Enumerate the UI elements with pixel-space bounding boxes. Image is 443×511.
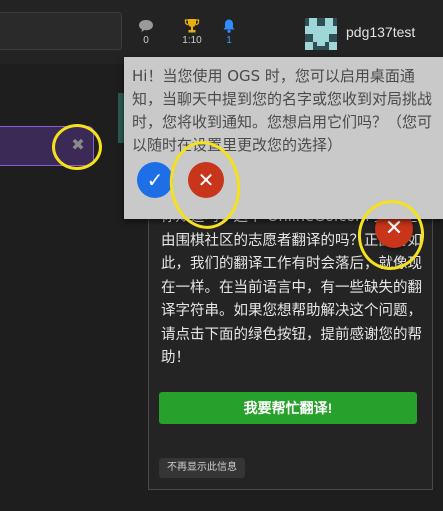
annotation-circle xyxy=(52,124,102,170)
top-navigation-bar: 0 1:10 1 pdg137test xyxy=(0,0,443,64)
identicon-icon xyxy=(305,18,337,50)
notification-count: 1 xyxy=(226,35,232,46)
trophy-icon xyxy=(184,19,200,33)
chat-indicator[interactable]: 0 xyxy=(128,18,164,47)
do-not-show-again-button[interactable]: 不再显示此信息 xyxy=(159,458,245,478)
tournament-indicator[interactable]: 1:10 xyxy=(174,18,210,47)
bell-icon xyxy=(223,19,235,33)
tournament-time: 1:10 xyxy=(182,35,202,46)
notification-prompt-text: Hi！当您使用 OGS 时，您可以启用桌面通知，当聊天中提到您的名字或您收到对局… xyxy=(132,67,433,154)
help-translate-button[interactable]: 我要帮忙翻译! xyxy=(159,392,417,424)
chat-icon xyxy=(139,20,153,32)
chat-count: 0 xyxy=(143,35,149,46)
avatar[interactable] xyxy=(305,18,337,50)
username[interactable]: pdg137test xyxy=(346,24,415,40)
notifications-indicator[interactable]: 1 xyxy=(211,18,247,47)
enable-notifications-button[interactable]: ✓ xyxy=(137,162,173,198)
check-icon: ✓ xyxy=(146,168,164,192)
search-input[interactable] xyxy=(0,12,122,50)
